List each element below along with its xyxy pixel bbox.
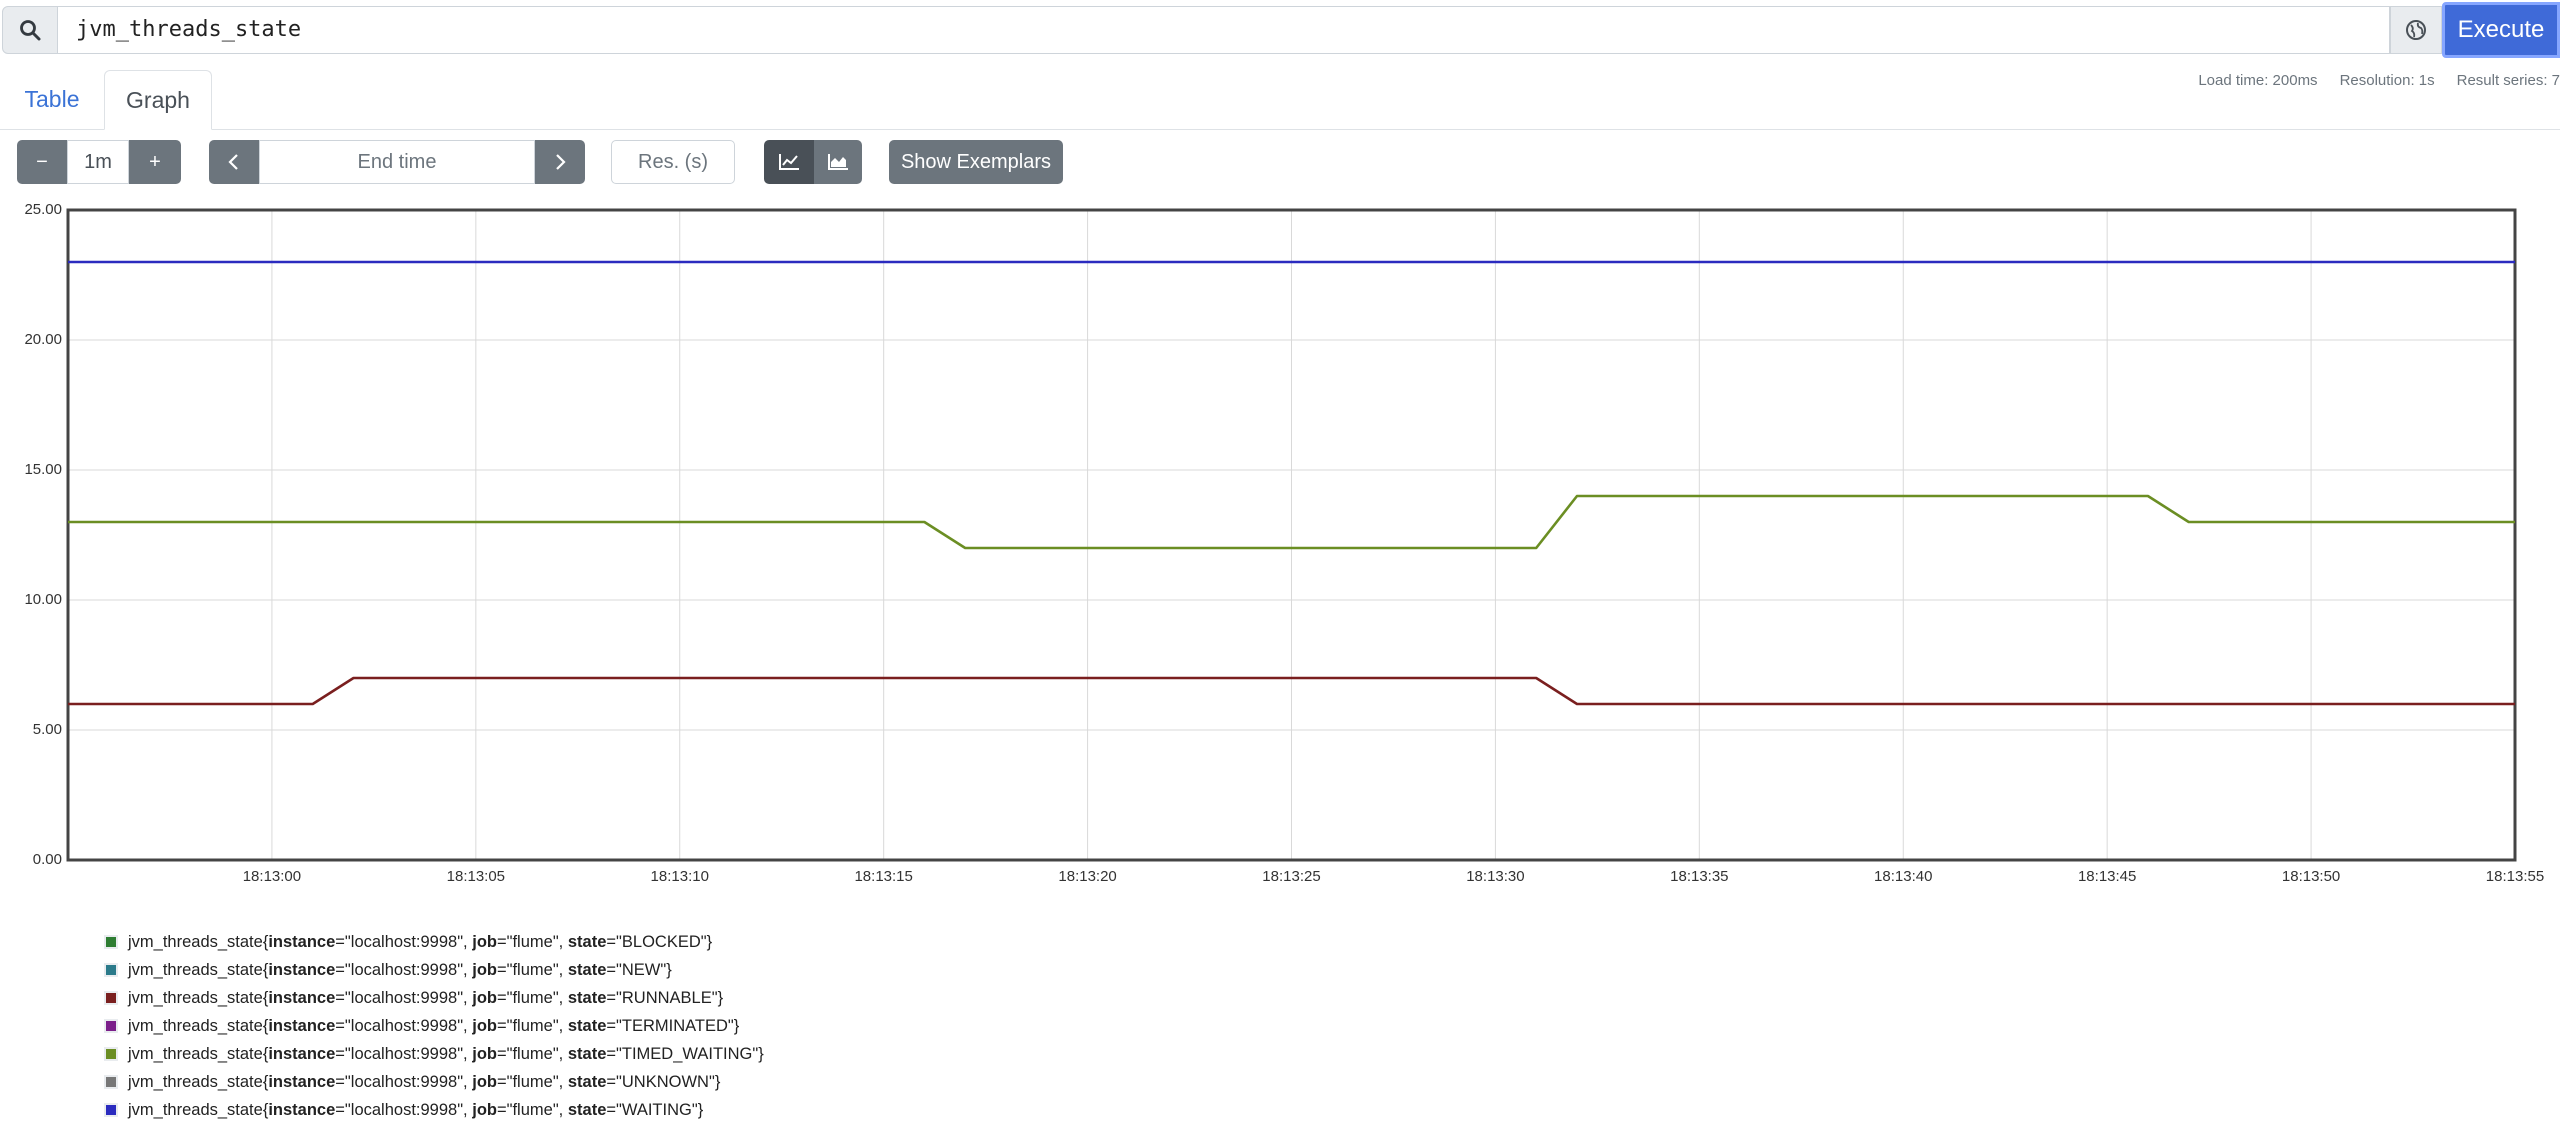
legend-item[interactable]: jvm_threads_state{instance="localhost:99… [104, 984, 764, 1012]
area-chart-icon [828, 154, 848, 170]
legend-label: jvm_threads_state{instance="localhost:99… [128, 932, 713, 951]
previous-time-button[interactable] [209, 140, 259, 184]
legend-item[interactable]: jvm_threads_state{instance="localhost:99… [104, 1040, 764, 1068]
y-tick-label: 25.00 [24, 201, 62, 218]
line-chart-icon [779, 154, 799, 170]
legend-swatch [104, 1075, 118, 1089]
y-tick-label: 20.00 [24, 331, 62, 348]
line-chart-button[interactable] [764, 140, 814, 184]
execute-button[interactable]: Execute [2442, 2, 2560, 58]
stacked-chart-button[interactable] [814, 140, 862, 184]
y-tick-label: 10.00 [24, 591, 62, 608]
legend-item[interactable]: jvm_threads_state{instance="localhost:99… [104, 1012, 764, 1040]
x-tick-label: 18:13:00 [242, 868, 302, 885]
increase-range-button[interactable]: + [129, 140, 181, 184]
legend-swatch [104, 1019, 118, 1033]
legend-swatch [104, 1047, 118, 1061]
legend-label: jvm_threads_state{instance="localhost:99… [128, 1016, 740, 1035]
x-tick-label: 18:13:50 [2281, 868, 2341, 885]
query-bar: jvm_threads_state Execute [0, 0, 2560, 60]
legend-label: jvm_threads_state{instance="localhost:99… [128, 1072, 721, 1091]
legend-label: jvm_threads_state{instance="localhost:99… [128, 960, 672, 979]
x-tick-label: 18:13:40 [1874, 868, 1933, 885]
legend-item[interactable]: jvm_threads_state{instance="localhost:99… [104, 928, 764, 956]
x-tick-label: 18:13:10 [650, 868, 709, 885]
metrics-explorer-globe-icon[interactable] [2390, 6, 2442, 54]
load-time: Load time: 200ms [2198, 72, 2318, 89]
y-tick-label: 5.00 [32, 721, 62, 738]
tab-table[interactable]: Table [6, 70, 98, 130]
x-tick-label: 18:13:25 [1262, 868, 1321, 885]
legend-swatch [104, 991, 118, 1005]
x-tick-label: 18:13:45 [2077, 868, 2137, 885]
x-tick-label: 18:13:05 [446, 868, 506, 885]
y-tick-label: 0.00 [32, 851, 62, 868]
graph-controls: − 1m + End time Res. (s) Show Exemplars [0, 140, 2560, 186]
search-icon[interactable] [2, 6, 58, 54]
decrease-range-button[interactable]: − [17, 140, 67, 184]
y-tick-label: 15.00 [24, 461, 62, 478]
resolution-input[interactable]: Res. (s) [611, 140, 735, 184]
legend-label: jvm_threads_state{instance="localhost:99… [128, 1100, 704, 1119]
legend-label: jvm_threads_state{instance="localhost:99… [128, 1044, 764, 1063]
graph-panel: 0.00 5.00 10.00 15.00 20.00 25.00 18:13:00 18:… [0, 198, 2560, 888]
legend: jvm_threads_state{instance="localhost:99… [104, 928, 764, 1124]
legend-item[interactable]: jvm_threads_state{instance="localhost:99… [104, 1068, 764, 1096]
legend-swatch [104, 963, 118, 977]
result-series: Result series: 7 [2456, 72, 2560, 89]
x-tick-label: 18:13:35 [1670, 868, 1729, 885]
x-tick-label: 18:13:55 [2485, 868, 2545, 885]
next-time-button[interactable] [535, 140, 585, 184]
legend-swatch [104, 935, 118, 949]
legend-item[interactable]: jvm_threads_state{instance="localhost:99… [104, 1096, 764, 1124]
resolution: Resolution: 1s [2339, 72, 2435, 89]
legend-swatch [104, 1103, 118, 1117]
end-time-input[interactable]: End time [259, 140, 535, 184]
chevron-right-icon [556, 154, 566, 170]
chevron-left-icon [228, 154, 238, 170]
x-tick-label: 18:13:30 [1466, 868, 1525, 885]
x-tick-label: 18:13:15 [854, 868, 913, 885]
query-input[interactable]: jvm_threads_state [58, 6, 2390, 54]
line-chart[interactable] [0, 198, 2560, 888]
x-tick-label: 18:13:20 [1058, 868, 1117, 885]
range-input[interactable]: 1m [67, 140, 129, 184]
show-exemplars-button[interactable]: Show Exemplars [889, 140, 1063, 184]
legend-item[interactable]: jvm_threads_state{instance="localhost:99… [104, 956, 764, 984]
legend-label: jvm_threads_state{instance="localhost:99… [128, 988, 724, 1007]
tab-graph[interactable]: Graph [104, 70, 212, 130]
query-stats: Load time: 200ms Resolution: 1s Result ser… [2176, 72, 2560, 89]
